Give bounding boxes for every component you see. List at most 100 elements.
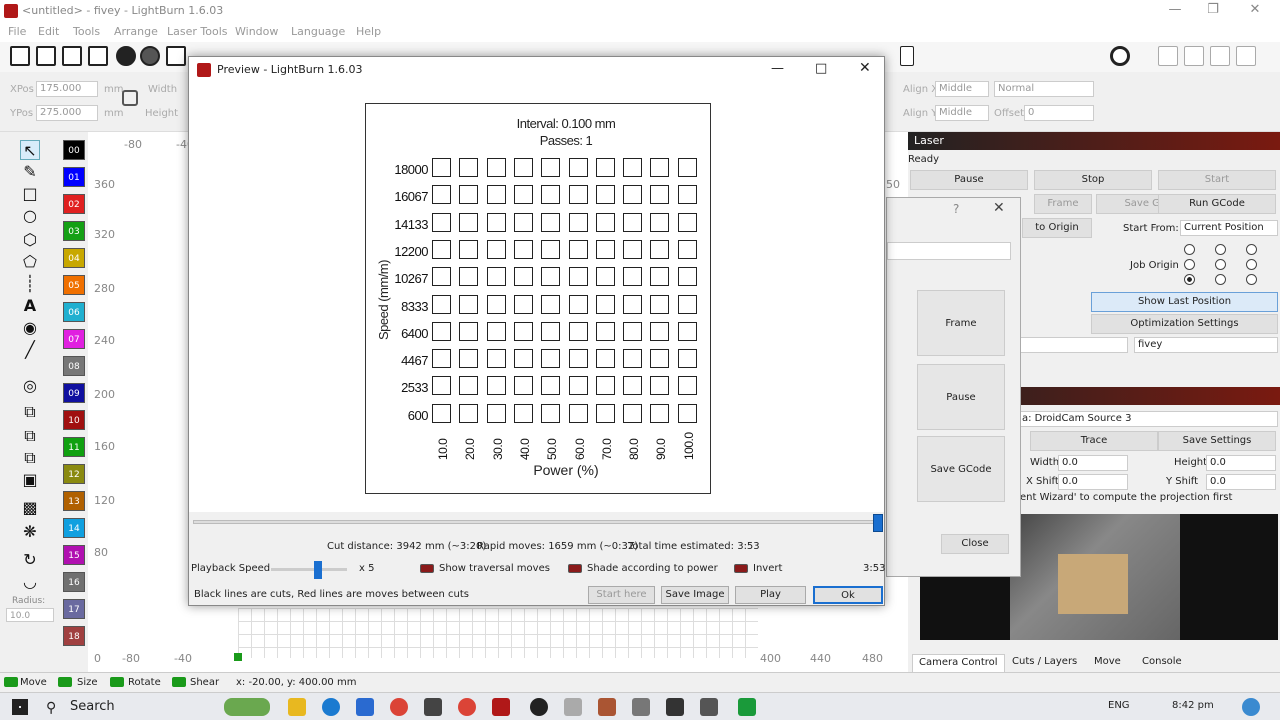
menu-laser-tools[interactable]: Laser Tools	[167, 25, 227, 38]
close-icon[interactable]: ✕	[1240, 2, 1270, 20]
checkbox-icon[interactable]	[4, 677, 18, 687]
origin-radio[interactable]	[1246, 244, 1257, 255]
weather-widget-icon[interactable]	[224, 698, 270, 716]
origin-radio[interactable]	[1184, 244, 1195, 255]
corner-tool-icon[interactable]: ◡	[20, 572, 40, 592]
import-icon[interactable]	[116, 46, 136, 66]
save-as-icon[interactable]	[88, 46, 108, 66]
layer-swatch-09[interactable]: 09	[63, 383, 85, 403]
chrome-icon[interactable]	[390, 698, 408, 716]
polygon-tool-icon[interactable]: ⬡	[20, 230, 40, 250]
tab-move[interactable]: Move	[1088, 654, 1127, 672]
distribute-h-icon[interactable]	[1158, 46, 1178, 66]
ok-button[interactable]: Ok	[813, 586, 883, 604]
layer-swatch-17[interactable]: 17	[63, 599, 85, 619]
layer-swatch-14[interactable]: 14	[63, 518, 85, 538]
tab-camera-control[interactable]: Camera Control	[912, 654, 1005, 672]
boolean-subtract-icon[interactable]: ⧉	[20, 448, 40, 468]
xpos-field[interactable]: 175.000	[36, 81, 98, 97]
stop-button[interactable]: Stop	[1034, 170, 1152, 190]
layer-swatch-04[interactable]: 04	[63, 248, 85, 268]
checkbox-icon[interactable]	[172, 677, 186, 687]
rotate-tool-icon[interactable]: ↻	[20, 550, 40, 570]
optimization-settings-button[interactable]: Optimization Settings	[1091, 314, 1278, 334]
timeline-handle[interactable]	[873, 514, 883, 532]
save-gcode-button[interactable]: Save GCode	[917, 436, 1005, 502]
play-button[interactable]: Play	[735, 586, 806, 604]
layer-swatch-05[interactable]: 05	[63, 275, 85, 295]
menu-help[interactable]: Help	[356, 25, 381, 38]
start-from-select[interactable]: Current Position	[1180, 220, 1278, 236]
device-select[interactable]: fivey	[1134, 337, 1278, 353]
boolean-intersect-icon[interactable]: ▣	[20, 470, 40, 490]
layer-swatch-07[interactable]: 07	[63, 329, 85, 349]
grid-array-icon[interactable]: ▩	[20, 498, 40, 518]
pause-button[interactable]: Pause	[910, 170, 1028, 190]
taskbar-clock[interactable]: 8:42 pm	[1172, 700, 1214, 711]
height-field[interactable]: 0.0	[1206, 455, 1276, 471]
weld-tool-icon[interactable]: ⧉	[20, 402, 40, 422]
chrome-icon[interactable]	[458, 698, 476, 716]
rotary-icon[interactable]	[1110, 46, 1130, 66]
frame-button[interactable]: Frame	[1034, 194, 1092, 214]
layer-swatch-03[interactable]: 03	[63, 221, 85, 241]
origin-radio[interactable]	[1215, 244, 1226, 255]
app-icon[interactable]	[738, 698, 756, 716]
help-icon[interactable]: ?	[953, 202, 959, 216]
menu-language[interactable]: Language	[291, 25, 345, 38]
edge-icon[interactable]	[322, 698, 340, 716]
run-gcode-button[interactable]: Run GCode	[1158, 194, 1276, 214]
maximize-icon[interactable]: ❐	[1198, 2, 1228, 20]
layer-swatch-01[interactable]: 01	[63, 167, 85, 187]
offset-tool-icon[interactable]: ◎	[20, 376, 40, 396]
align-icon[interactable]	[900, 46, 914, 66]
checkbox-icon[interactable]	[110, 677, 124, 687]
origin-radio[interactable]	[1184, 259, 1195, 270]
circular-array-icon[interactable]: ❋	[20, 522, 40, 542]
save-file-icon[interactable]	[62, 46, 82, 66]
distribute-space-icon[interactable]	[1210, 46, 1230, 66]
close-icon[interactable]: ✕	[993, 200, 1005, 216]
playback-slider-track[interactable]	[271, 568, 347, 571]
layer-swatch-15[interactable]: 15	[63, 545, 85, 565]
xshift-field[interactable]: 0.0	[1058, 474, 1128, 490]
pause-button[interactable]: Pause	[917, 364, 1005, 430]
export-icon[interactable]	[140, 46, 160, 66]
app-icon[interactable]	[632, 698, 650, 716]
yshift-field[interactable]: 0.0	[1206, 474, 1276, 490]
radius-field[interactable]: 10.0	[6, 608, 54, 622]
minimize-icon[interactable]: —	[1160, 2, 1190, 20]
store-icon[interactable]	[356, 698, 374, 716]
start-button[interactable]: Start	[1158, 170, 1276, 190]
timeline-track[interactable]	[193, 520, 881, 524]
open-file-icon[interactable]	[36, 46, 56, 66]
save-image-button[interactable]: Save Image	[661, 586, 729, 604]
origin-radio[interactable]	[1215, 274, 1226, 285]
ypos-field[interactable]: 275.000	[36, 105, 98, 121]
boolean-union-icon[interactable]: ⧉	[20, 426, 40, 446]
measure-tool-icon[interactable]: ╱	[20, 340, 40, 360]
playback-slider-handle[interactable]	[314, 561, 322, 579]
marquee-tool-icon[interactable]: ┊	[20, 274, 40, 294]
app-icon[interactable]	[564, 698, 582, 716]
file-explorer-icon[interactable]	[288, 698, 306, 716]
go-to-origin-button[interactable]: to Origin	[1022, 218, 1092, 238]
layer-swatch-00[interactable]: 00	[63, 140, 85, 160]
maximize-icon[interactable]: □	[815, 61, 827, 76]
origin-radio[interactable]	[1246, 259, 1257, 270]
ellipse-tool-icon[interactable]: ○	[20, 206, 40, 226]
app-icon[interactable]	[666, 698, 684, 716]
app-icon[interactable]	[598, 698, 616, 716]
text-tool-icon[interactable]: A	[20, 296, 40, 316]
notification-icon[interactable]	[1242, 698, 1260, 716]
pen-tool-icon[interactable]: ✎	[20, 162, 40, 182]
layer-swatch-13[interactable]: 13	[63, 491, 85, 511]
menu-arrange[interactable]: Arrange	[114, 25, 158, 38]
layer-swatch-18[interactable]: 18	[63, 626, 85, 646]
origin-radio[interactable]	[1215, 259, 1226, 270]
rectangle-tool-icon[interactable]: □	[20, 184, 40, 204]
close-button[interactable]: Close	[941, 534, 1009, 554]
save-settings-button[interactable]: Save Settings	[1158, 431, 1276, 451]
offset-field[interactable]: 0	[1024, 105, 1094, 121]
start-here-button[interactable]: Start here	[588, 586, 655, 604]
